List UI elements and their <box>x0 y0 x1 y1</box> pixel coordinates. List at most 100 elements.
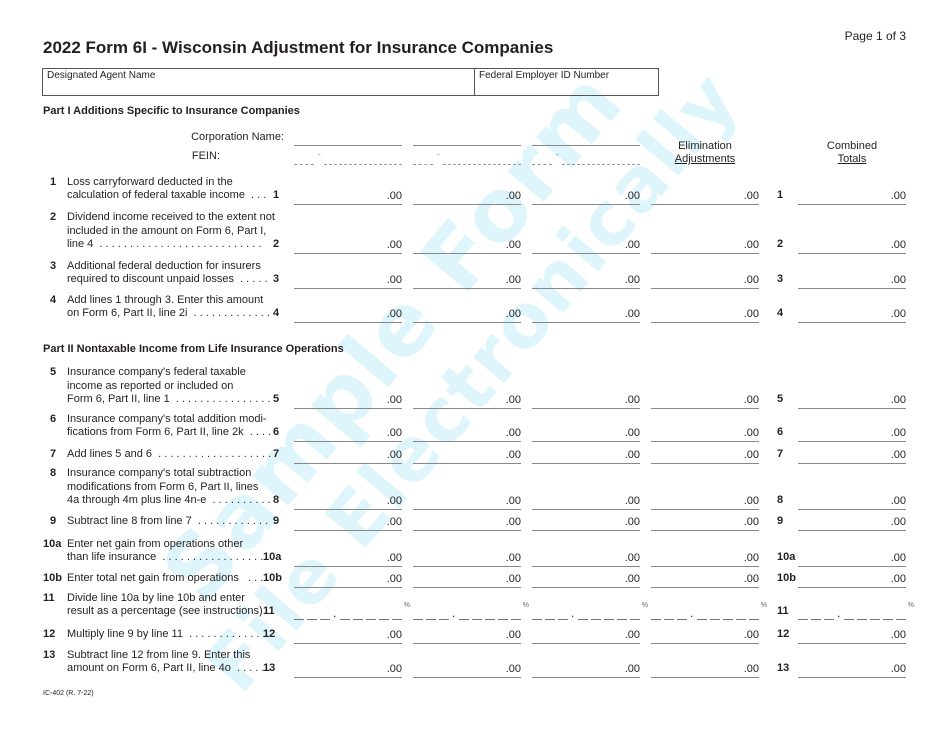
line-11-col-1-percent-field[interactable]: .% <box>294 602 410 620</box>
amount-value: .00 <box>505 239 521 251</box>
amount-value: .00 <box>624 308 640 320</box>
percent-digit-slot <box>294 619 304 620</box>
line-9-col-2-field[interactable] <box>413 530 521 531</box>
line-number: 4 <box>50 293 57 306</box>
line-6-col-1-field[interactable] <box>294 441 402 442</box>
line-7-col-4-field[interactable] <box>651 463 759 464</box>
amount-value: .00 <box>743 308 759 320</box>
line-7-col-1-field[interactable] <box>294 463 402 464</box>
line-13-col-1-field[interactable] <box>294 677 402 678</box>
line-5-col-3-field[interactable] <box>532 408 640 409</box>
line-11-total-percent-field[interactable]: .% <box>798 602 914 620</box>
line-8-total-field[interactable] <box>798 509 906 510</box>
line-5-col-4-field[interactable] <box>651 408 759 409</box>
amount-value: .00 <box>624 449 640 461</box>
line-12-col-3-field[interactable] <box>532 643 640 644</box>
amount-value: .00 <box>505 495 521 507</box>
line-8-col-1-field[interactable] <box>294 509 402 510</box>
line-2-col-2-field[interactable] <box>413 253 521 254</box>
line-11-col-4-percent-field[interactable]: .% <box>651 602 767 620</box>
amount-value: .00 <box>624 516 640 528</box>
line-10b-col-2-field[interactable] <box>413 587 521 588</box>
line-7-col-3-field[interactable] <box>532 463 640 464</box>
line-2-col-4-field[interactable] <box>651 253 759 254</box>
line-12-col-2-field[interactable] <box>413 643 521 644</box>
line-9-col-3-field[interactable] <box>532 530 640 531</box>
line-12-total-field[interactable] <box>798 643 906 644</box>
line-3-total-field[interactable] <box>798 288 906 289</box>
line-4-col-4-field[interactable] <box>651 322 759 323</box>
line-1-col-4-field[interactable] <box>651 204 759 205</box>
line-1-col-3-field[interactable] <box>532 204 640 205</box>
line-10b-col-4-field[interactable] <box>651 587 759 588</box>
line-13-col-3-field[interactable] <box>532 677 640 678</box>
line-10b-col-1-field[interactable] <box>294 587 402 588</box>
amount-value: .00 <box>624 552 640 564</box>
line-8-col-3-field[interactable] <box>532 509 640 510</box>
line-1-col-2-field[interactable] <box>413 204 521 205</box>
line-10a-col-3-field[interactable] <box>532 566 640 567</box>
line-6-total-field[interactable] <box>798 441 906 442</box>
amount-value: .00 <box>624 274 640 286</box>
line-9-col-4-field[interactable] <box>651 530 759 531</box>
line-6-col-4-field[interactable] <box>651 441 759 442</box>
fein-label: FEIN: <box>191 150 220 162</box>
fein-field-2[interactable]: - <box>413 150 521 166</box>
total-line-number: 8 <box>777 494 784 506</box>
line-5-col-1-field[interactable] <box>294 408 402 409</box>
line-3-col-4-field[interactable] <box>651 288 759 289</box>
line-6-col-2-field[interactable] <box>413 441 521 442</box>
line-10a-col-1-field[interactable] <box>294 566 402 567</box>
line-description: Multiply line 9 by line 11 . . . . . . .… <box>67 628 272 640</box>
fein-field-1[interactable]: - <box>294 150 402 166</box>
line-number: 12 <box>43 628 56 640</box>
fein-field-3[interactable]: - <box>532 150 640 166</box>
line-3-col-3-field[interactable] <box>532 288 640 289</box>
line-1-col-1-field[interactable] <box>294 204 402 205</box>
corporation-name-field-3[interactable] <box>532 145 640 146</box>
line-10a-col-4-field[interactable] <box>651 566 759 567</box>
line-12-col-1-field[interactable] <box>294 643 402 644</box>
line-10b-total-field[interactable] <box>798 587 906 588</box>
designated-agent-field[interactable] <box>43 69 474 95</box>
amount-value: .00 <box>505 190 521 202</box>
line-4-total-field[interactable] <box>798 322 906 323</box>
amount-value: .00 <box>505 629 521 641</box>
line-10a-total-field[interactable] <box>798 566 906 567</box>
line-4-col-1-field[interactable] <box>294 322 402 323</box>
line-8-col-4-field[interactable] <box>651 509 759 510</box>
fein-suffix-dashes <box>562 164 640 165</box>
line-13-col-4-field[interactable] <box>651 677 759 678</box>
line-5-col-2-field[interactable] <box>413 408 521 409</box>
corporation-name-field-2[interactable] <box>413 145 521 146</box>
line-3-col-2-field[interactable] <box>413 288 521 289</box>
fein-header-field[interactable] <box>475 69 658 95</box>
line-4-col-3-field[interactable] <box>532 322 640 323</box>
total-line-number: 6 <box>777 426 784 438</box>
line-8-col-2-field[interactable] <box>413 509 521 510</box>
line-9-col-1-field[interactable] <box>294 530 402 531</box>
amount-value: .00 <box>505 449 521 461</box>
line-10b-col-3-field[interactable] <box>532 587 640 588</box>
line-11-col-3-percent-field[interactable]: .% <box>532 602 648 620</box>
line-3-col-1-field[interactable] <box>294 288 402 289</box>
line-5-total-field[interactable] <box>798 408 906 409</box>
line-10a-col-2-field[interactable] <box>413 566 521 567</box>
line-7-total-field[interactable] <box>798 463 906 464</box>
line-2-col-3-field[interactable] <box>532 253 640 254</box>
percent-digit-slot <box>426 619 436 620</box>
line-11-col-2-percent-field[interactable]: .% <box>413 602 529 620</box>
page-number: Page 1 of 3 <box>844 29 906 43</box>
corporation-name-field-1[interactable] <box>294 145 402 146</box>
line-9-total-field[interactable] <box>798 530 906 531</box>
line-2-total-field[interactable] <box>798 253 906 254</box>
line-2-col-1-field[interactable] <box>294 253 402 254</box>
line-13-col-2-field[interactable] <box>413 677 521 678</box>
line-7-col-2-field[interactable] <box>413 463 521 464</box>
line-13-total-field[interactable] <box>798 677 906 678</box>
line-1-total-field[interactable] <box>798 204 906 205</box>
line-number: 10a <box>43 537 62 550</box>
line-6-col-3-field[interactable] <box>532 441 640 442</box>
line-12-col-4-field[interactable] <box>651 643 759 644</box>
line-4-col-2-field[interactable] <box>413 322 521 323</box>
